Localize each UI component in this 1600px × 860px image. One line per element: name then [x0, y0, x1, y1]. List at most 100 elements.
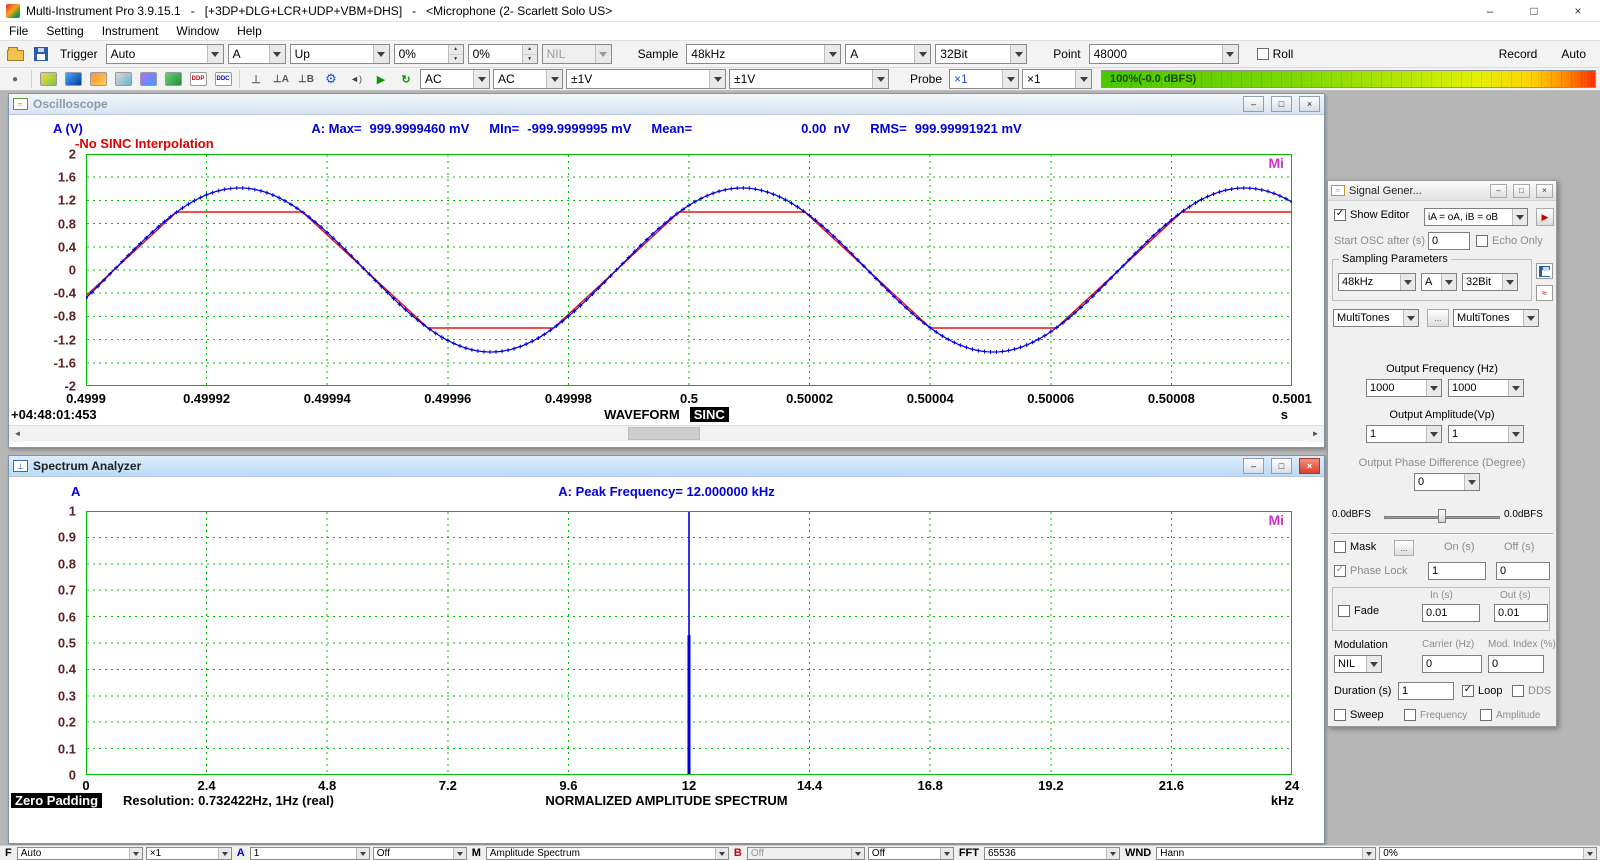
show-editor-checkbox[interactable]: ✓Show Editor [1334, 209, 1409, 221]
display-mode-select[interactable]: Amplitude Spectrum [486, 847, 729, 860]
mask-editor-button[interactable]: ... [1394, 540, 1414, 556]
oscilloscope-minimize-button[interactable]: – [1243, 96, 1264, 112]
spectrum-restore-button[interactable]: □ [1271, 458, 1292, 474]
channel-b-function-select[interactable]: Off [868, 847, 954, 860]
sinc-toggle-badge[interactable]: SINC [690, 407, 729, 422]
siggen-channel-select[interactable]: A [1421, 273, 1457, 291]
fft-size-select[interactable]: 65536 [984, 847, 1120, 860]
spin-up-icon[interactable]: ▲ [449, 45, 463, 55]
start-osc-input[interactable]: 0 [1428, 232, 1470, 250]
fade-out-input[interactable]: 0.01 [1494, 604, 1548, 622]
siggen-minimize-button[interactable]: – [1490, 184, 1507, 198]
modulation-select[interactable]: NIL [1334, 655, 1382, 673]
fade-checkbox[interactable]: Fade [1338, 605, 1379, 617]
oscilloscope-restore-button[interactable]: □ [1271, 96, 1292, 112]
menu-help[interactable]: Help [228, 22, 271, 40]
siggen-maximize-button[interactable]: □ [1513, 184, 1530, 198]
oscilloscope-titlebar[interactable]: ≈ Oscilloscope – □ × [9, 94, 1324, 115]
range-a-select[interactable]: ±1V [566, 69, 726, 89]
trigger-slope-select[interactable]: Up [290, 44, 390, 64]
channel-a-gain-select[interactable]: 1 [250, 847, 370, 860]
freq-multiplier-select[interactable]: ×1 [146, 847, 232, 860]
channel-a-function-select[interactable]: Off [373, 847, 467, 860]
oscilloscope-scrollbar[interactable]: ◄ ► [9, 425, 1324, 441]
output-level-slider-thumb[interactable] [1438, 509, 1446, 523]
trigger-source-select[interactable]: A [228, 44, 286, 64]
oscilloscope-close-button[interactable]: × [1299, 96, 1320, 112]
signal-generator-titlebar[interactable]: ≈ Signal Gener... – □ × [1328, 181, 1556, 201]
sampling-rate-select[interactable]: 48kHz [686, 44, 841, 64]
ground-button[interactable]: ⊥ [245, 69, 267, 89]
record-indicator-icon[interactable]: ● [4, 69, 26, 89]
coupling-b-select[interactable]: AC [493, 69, 563, 89]
frequency-a-select[interactable]: 1000 [1366, 379, 1442, 397]
echo-only-checkbox[interactable]: Echo Only [1476, 235, 1543, 247]
probe-b-select[interactable]: ×1 [1022, 69, 1092, 89]
mask-checkbox[interactable]: Mask [1334, 541, 1376, 553]
fade-in-input[interactable]: 0.01 [1422, 604, 1480, 622]
roll-checkbox[interactable]: Roll [1257, 47, 1294, 61]
trigger-level-stepper[interactable]: 0%▲▼ [394, 44, 464, 64]
menu-file[interactable]: File [0, 22, 37, 40]
window-function-select[interactable]: Hann [1156, 847, 1376, 860]
siggen-save-button[interactable] [1536, 263, 1553, 279]
siggen-close-button[interactable]: × [1536, 184, 1553, 198]
scroll-right-icon[interactable]: ► [1307, 426, 1324, 442]
sampling-bits-select[interactable]: 32Bit [935, 44, 1027, 64]
mask-off-input[interactable]: 0 [1496, 562, 1550, 580]
waveform-b-select[interactable]: MultiTones [1453, 309, 1539, 327]
auto-scale-button[interactable]: Auto [1551, 45, 1596, 63]
spin-up-icon[interactable]: ▲ [523, 45, 537, 55]
ddp-viewer-button[interactable]: DDP [187, 69, 209, 89]
sweep-amplitude-checkbox[interactable]: Amplitude [1480, 709, 1540, 721]
multimeter-button[interactable] [112, 69, 134, 89]
menu-window[interactable]: Window [167, 22, 228, 40]
spectrum-3d-plot-button[interactable] [137, 69, 159, 89]
spectrum-close-button[interactable]: × [1299, 458, 1320, 474]
coupling-a-select[interactable]: AC [420, 69, 490, 89]
dds-checkbox[interactable]: DDS [1512, 685, 1551, 697]
siggen-waveform-library-button[interactable]: ≈ [1536, 285, 1553, 301]
spin-down-icon[interactable]: ▼ [449, 55, 463, 64]
record-length-select[interactable]: 48000 [1089, 44, 1239, 64]
trigger-delay-stepper[interactable]: 0%▲▼ [468, 44, 538, 64]
scrollbar-track[interactable] [26, 426, 1307, 441]
range-b-select[interactable]: ±1V [729, 69, 889, 89]
phase-lock-checkbox[interactable]: ✓Phase Lock [1334, 565, 1407, 577]
waveform-a-select[interactable]: MultiTones [1333, 309, 1419, 327]
overlap-select[interactable]: 0% [1379, 847, 1597, 860]
record-button[interactable]: Record [1489, 45, 1548, 63]
freq-scale-select[interactable]: Auto [17, 847, 143, 860]
data-logger-button[interactable] [162, 69, 184, 89]
duration-input[interactable]: 1 [1398, 682, 1454, 700]
siggen-rate-select[interactable]: 48kHz [1338, 273, 1416, 291]
save-file-button[interactable] [30, 44, 52, 64]
sampling-channel-select[interactable]: A [845, 44, 931, 64]
multitone-editor-button[interactable]: ... [1427, 309, 1449, 327]
oscilloscope-button[interactable] [37, 69, 59, 89]
siggen-start-button[interactable]: ▶ [1536, 208, 1554, 226]
settings-wrench-button[interactable]: ⚙ [320, 69, 342, 89]
spectrum-minimize-button[interactable]: – [1243, 458, 1264, 474]
trigger-mode-select[interactable]: Auto [106, 44, 224, 64]
loop-checkbox[interactable]: ✓Loop [1462, 685, 1502, 697]
zero-channel-a-button[interactable]: ⊥A [270, 69, 292, 89]
restart-button[interactable]: ↻ [395, 69, 417, 89]
sweep-frequency-checkbox[interactable]: Frequency [1404, 709, 1467, 721]
mod-index-input[interactable]: 0 [1488, 655, 1544, 673]
probe-a-select[interactable]: ×1 [949, 69, 1019, 89]
spectrum-analyzer-button[interactable] [62, 69, 84, 89]
menu-instrument[interactable]: Instrument [93, 22, 168, 40]
ddc-viewer-button[interactable]: DDC [212, 69, 234, 89]
siggen-bits-select[interactable]: 32Bit [1462, 273, 1518, 291]
routing-select[interactable]: iA = oA, iB = oB [1424, 208, 1528, 226]
app-minimize-button[interactable]: – [1468, 0, 1512, 22]
amplitude-b-select[interactable]: 1 [1448, 425, 1524, 443]
spin-down-icon[interactable]: ▼ [523, 55, 537, 64]
scroll-left-icon[interactable]: ◄ [9, 426, 26, 442]
app-close-button[interactable]: × [1556, 0, 1600, 22]
mask-on-input[interactable]: 1 [1428, 562, 1486, 580]
open-file-button[interactable] [4, 44, 26, 64]
phase-difference-select[interactable]: 0 [1414, 473, 1480, 491]
frequency-b-select[interactable]: 1000 [1448, 379, 1524, 397]
